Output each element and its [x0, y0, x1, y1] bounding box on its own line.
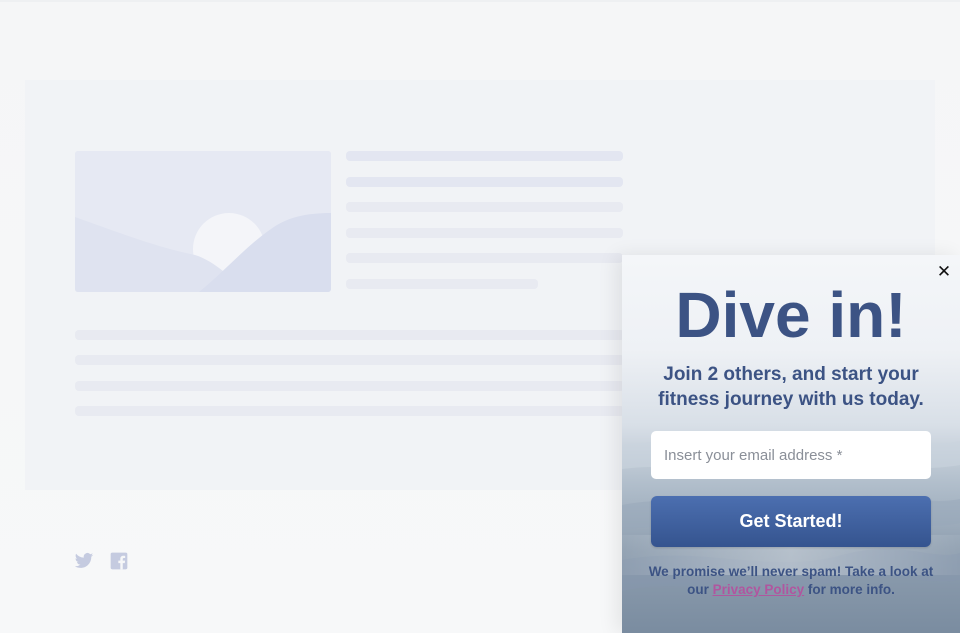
facebook-icon[interactable]: [109, 551, 129, 571]
top-strip: [0, 0, 960, 2]
email-input[interactable]: [651, 431, 931, 479]
skeleton-line: [346, 202, 623, 212]
skeleton-line: [75, 355, 625, 365]
popup-subtitle: Join 2 others, and start your fitness jo…: [658, 364, 924, 410]
spam-promise-text: We promise we’ll never spam! Take a look…: [646, 563, 936, 599]
skeleton-line: [346, 228, 623, 238]
landscape-icon: [75, 151, 331, 292]
skeleton-line: [346, 151, 623, 161]
skeleton-line: [346, 177, 623, 187]
skeleton-line: [346, 253, 623, 263]
promise-text-after: for more info.: [807, 582, 895, 597]
skeleton-line: [75, 406, 625, 416]
image-placeholder: [75, 151, 331, 292]
get-started-button[interactable]: Get Started!: [651, 496, 931, 547]
twitter-icon[interactable]: [74, 551, 94, 571]
skeleton-line: [75, 381, 625, 391]
newsletter-popup: ✕ Dive in! Join 2 others, and start your…: [622, 255, 960, 633]
skeleton-line: [346, 279, 538, 289]
privacy-policy-link[interactable]: Privacy Policy: [713, 582, 805, 597]
popup-title: Dive in!: [675, 279, 907, 351]
skeleton-line: [75, 330, 625, 340]
page: ✕ Dive in! Join 2 others, and start your…: [0, 0, 960, 633]
